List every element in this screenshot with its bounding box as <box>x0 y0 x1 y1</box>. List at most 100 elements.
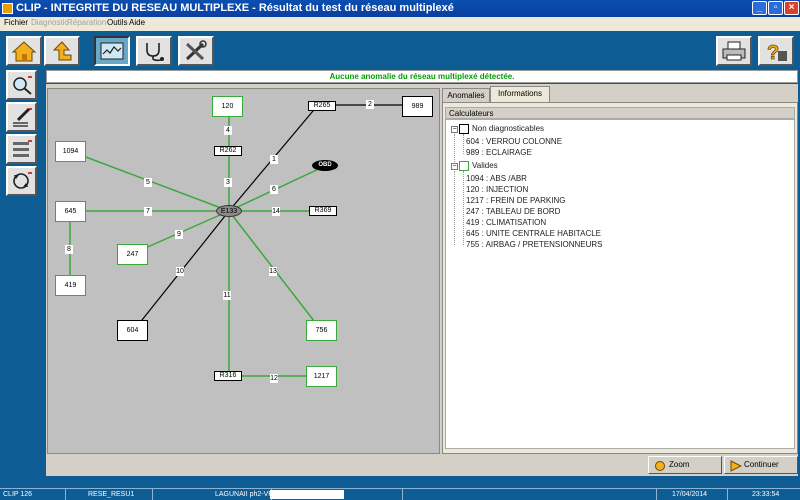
node-604[interactable]: 604 <box>117 320 148 341</box>
link-label-10: 10 <box>176 267 184 276</box>
home-icon <box>11 41 37 62</box>
link-label-5: 5 <box>144 178 152 187</box>
node-120[interactable]: 120 <box>212 96 243 117</box>
tree-item[interactable]: 1094 : ABS /ABR <box>466 174 527 184</box>
green-checkbox-icon <box>459 161 469 171</box>
node-247[interactable]: 247 <box>117 244 148 265</box>
collapse-toggle[interactable]: − <box>451 163 458 170</box>
link-label-4: 4 <box>224 126 232 135</box>
tools-button[interactable] <box>178 36 214 66</box>
node-645[interactable]: 645 <box>55 201 86 222</box>
node-1094[interactable]: 1094 <box>55 141 86 162</box>
link-label-3: 3 <box>224 178 232 187</box>
side-parameters-button[interactable] <box>6 134 37 164</box>
tree-line <box>454 171 455 245</box>
status-cell <box>402 489 657 500</box>
menu-fichier[interactable]: Fichier <box>4 18 28 27</box>
print-button[interactable] <box>716 36 752 66</box>
continue-label: Continuer <box>744 460 779 469</box>
tree-item[interactable]: 419 : CLIMATISATION <box>466 218 546 228</box>
tree-line <box>454 134 455 164</box>
continue-button[interactable]: Continuer <box>724 456 798 474</box>
help-button[interactable]: ? <box>758 36 794 66</box>
node-r265[interactable]: R265 <box>308 101 336 111</box>
tools-icon <box>185 40 207 61</box>
node-r262[interactable]: R262 <box>214 146 242 156</box>
link-label-11: 11 <box>223 291 231 300</box>
status-version: CLIP 126 <box>0 489 66 500</box>
link-label-7: 7 <box>144 207 152 216</box>
back-arrow-icon <box>52 41 72 61</box>
black-checkbox-icon <box>459 124 469 134</box>
menu-bar: Fichier Diagnostic Réparation Outils Aid… <box>0 17 800 31</box>
node-r316[interactable]: R316 <box>214 371 242 381</box>
calculateurs-tree: − Non diagnosticables 604 : VERROU COLON… <box>445 119 795 449</box>
app-icon <box>2 3 13 14</box>
back-button[interactable] <box>44 36 80 66</box>
tree-item[interactable]: 247 : TABLEAU DE BORD <box>466 207 560 217</box>
tree-line <box>463 134 464 154</box>
node-419[interactable]: 419 <box>55 275 86 296</box>
collapse-toggle[interactable]: − <box>451 126 458 133</box>
network-cycle-icon <box>13 172 32 189</box>
side-zoom-button[interactable] <box>6 70 37 100</box>
hub-e133[interactable]: E133 <box>216 205 242 217</box>
tree-item[interactable]: 645 : UNITE CENTRALE HABITACLE <box>466 229 601 239</box>
link-label-6: 6 <box>270 185 278 194</box>
status-vehicle: LAGUNAII ph2-VF <box>153 489 273 500</box>
window-title: CLIP - INTEGRITE DU RESEAU MULTIPLEXE - … <box>16 2 454 14</box>
link-label-13: 13 <box>269 267 277 276</box>
diagnostic-button[interactable] <box>136 36 172 66</box>
monitor-graph-icon <box>100 42 124 60</box>
node-756[interactable]: 756 <box>306 320 337 341</box>
link-label-12: 12 <box>270 374 278 383</box>
zoom-button[interactable]: Zoom <box>648 456 722 474</box>
close-button[interactable]: × <box>784 1 799 15</box>
calculateurs-header: Calculateurs <box>445 107 795 119</box>
zoom-label: Zoom <box>669 460 690 469</box>
settings-list-icon <box>13 140 32 157</box>
status-time: 23:33:54 <box>752 491 780 498</box>
stethoscope-icon <box>146 43 164 62</box>
tree-item[interactable]: 604 : VERROU COLONNE <box>466 137 562 147</box>
help-icon: ? <box>767 42 787 62</box>
tree-line <box>463 171 464 245</box>
link-label-14: 14 <box>272 207 280 216</box>
tree-item[interactable]: 120 : INJECTION <box>466 185 528 195</box>
title-bar: CLIP - INTEGRITE DU RESEAU MULTIPLEXE - … <box>0 0 800 17</box>
obd-connector[interactable]: OBD <box>312 160 338 171</box>
group-valides[interactable]: Valides <box>472 161 498 171</box>
home-button[interactable] <box>6 36 42 66</box>
circle-icon <box>655 461 665 471</box>
tree-item[interactable]: 1217 : FREIN DE PARKING <box>466 196 565 206</box>
menu-reparation[interactable]: Réparation <box>67 18 106 27</box>
side-edit-button[interactable] <box>6 102 37 132</box>
magnifier-icon <box>13 76 32 95</box>
menu-aide[interactable]: Aide <box>129 18 145 27</box>
maximize-button[interactable]: ▫ <box>768 1 783 15</box>
result-message: Aucune anomalie du réseau multiplexé dét… <box>46 70 798 83</box>
link-label-1: 1 <box>270 155 278 164</box>
group-non-diagnosticables[interactable]: Non diagnosticables <box>472 124 544 134</box>
node-1217[interactable]: 1217 <box>306 366 337 387</box>
network-diagram: 120 989 R265 R262 1094 645 247 419 R369 … <box>47 88 440 454</box>
status-vin-field <box>270 490 344 499</box>
node-989[interactable]: 989 <box>402 96 433 117</box>
network-links <box>69 104 414 377</box>
printer-icon <box>722 41 746 61</box>
link-label-2: 2 <box>366 100 374 109</box>
side-network-button[interactable] <box>6 166 37 196</box>
status-cell <box>344 489 403 500</box>
status-bar: CLIP 126 RESE_RESU1 LAGUNAII ph2-VF 17/0… <box>0 488 800 500</box>
tree-item[interactable]: 755 : AIRBAG / PRETENSIONNEURS <box>466 240 602 250</box>
menu-outils[interactable]: Outils <box>107 18 127 27</box>
node-r369[interactable]: R369 <box>309 206 337 216</box>
status-screen-id: RESE_RESU1 <box>63 489 153 500</box>
measure-button[interactable] <box>94 36 130 66</box>
tab-anomalies[interactable]: Anomalies <box>442 88 490 102</box>
link-label-8: 8 <box>65 245 73 254</box>
tree-item[interactable]: 989 : ECLAIRAGE <box>466 148 532 158</box>
tab-informations[interactable]: Informations <box>490 86 550 102</box>
menu-diagnostic[interactable]: Diagnostic <box>31 18 68 27</box>
minimize-button[interactable]: _ <box>752 1 767 15</box>
